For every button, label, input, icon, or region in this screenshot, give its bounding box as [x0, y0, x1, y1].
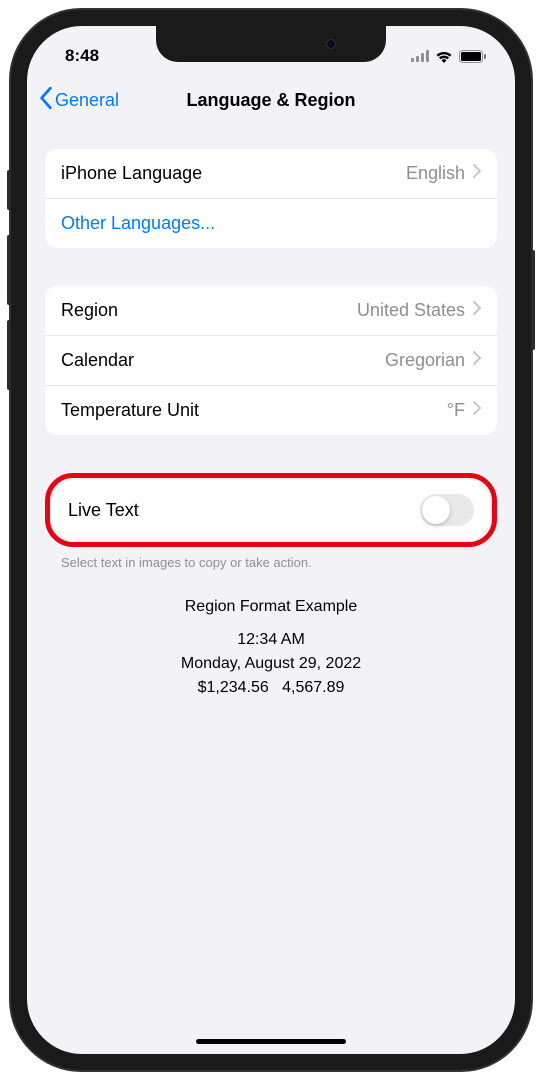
example-time: 12:34 AM	[45, 628, 497, 652]
volume-up-button	[7, 235, 11, 305]
navigation-bar: General Language & Region	[27, 76, 515, 124]
power-button	[531, 250, 535, 350]
row-value-wrap: English	[406, 163, 481, 184]
notch	[156, 26, 386, 62]
front-camera	[326, 39, 336, 49]
volume-down-button	[7, 320, 11, 390]
iphone-language-value: English	[406, 163, 465, 184]
chevron-right-icon	[473, 164, 481, 183]
calendar-label: Calendar	[61, 350, 134, 371]
phone-screen: 8:48 General Language	[27, 26, 515, 1054]
highlight-annotation: Live Text	[45, 473, 497, 547]
example-number: 4,567.89	[282, 679, 344, 696]
live-text-toggle[interactable]	[420, 494, 474, 526]
row-value-wrap: °F	[447, 400, 481, 421]
row-value-wrap: United States	[357, 300, 481, 321]
status-time: 8:48	[65, 46, 99, 66]
status-icons	[411, 50, 487, 63]
settings-content: iPhone Language English Other Languages.…	[27, 124, 515, 700]
home-indicator[interactable]	[196, 1039, 346, 1044]
silent-switch	[7, 170, 11, 210]
battery-icon	[459, 50, 487, 63]
region-label: Region	[61, 300, 118, 321]
calendar-row[interactable]: Calendar Gregorian	[45, 336, 497, 386]
temperature-label: Temperature Unit	[61, 400, 199, 421]
live-text-label: Live Text	[68, 500, 139, 521]
back-label: General	[55, 90, 119, 111]
other-languages-label: Other Languages...	[61, 213, 215, 234]
row-value-wrap: Gregorian	[385, 350, 481, 371]
iphone-language-row[interactable]: iPhone Language English	[45, 149, 497, 199]
temperature-value: °F	[447, 400, 465, 421]
language-group: iPhone Language English Other Languages.…	[45, 149, 497, 248]
back-button[interactable]: General	[35, 83, 123, 118]
wifi-icon	[435, 50, 453, 63]
live-text-group: Live Text	[52, 480, 490, 540]
example-numbers: $1,234.56 4,567.89	[45, 676, 497, 700]
other-languages-row[interactable]: Other Languages...	[45, 199, 497, 248]
cellular-signal-icon	[411, 50, 429, 62]
chevron-left-icon	[39, 87, 53, 114]
region-group: Region United States Calendar Gregorian	[45, 286, 497, 435]
phone-frame: 8:48 General Language	[11, 10, 531, 1070]
region-value: United States	[357, 300, 465, 321]
example-currency: $1,234.56	[198, 679, 269, 696]
calendar-value: Gregorian	[385, 350, 465, 371]
region-format-example: Region Format Example 12:34 AM Monday, A…	[45, 598, 497, 700]
live-text-row[interactable]: Live Text	[52, 480, 490, 540]
temperature-unit-row[interactable]: Temperature Unit °F	[45, 386, 497, 435]
toggle-knob	[422, 496, 450, 524]
iphone-language-label: iPhone Language	[61, 163, 202, 184]
region-row[interactable]: Region United States	[45, 286, 497, 336]
example-date: Monday, August 29, 2022	[45, 652, 497, 676]
live-text-description: Select text in images to copy or take ac…	[45, 555, 497, 570]
example-header: Region Format Example	[45, 598, 497, 616]
chevron-right-icon	[473, 301, 481, 320]
chevron-right-icon	[473, 351, 481, 370]
chevron-right-icon	[473, 401, 481, 420]
